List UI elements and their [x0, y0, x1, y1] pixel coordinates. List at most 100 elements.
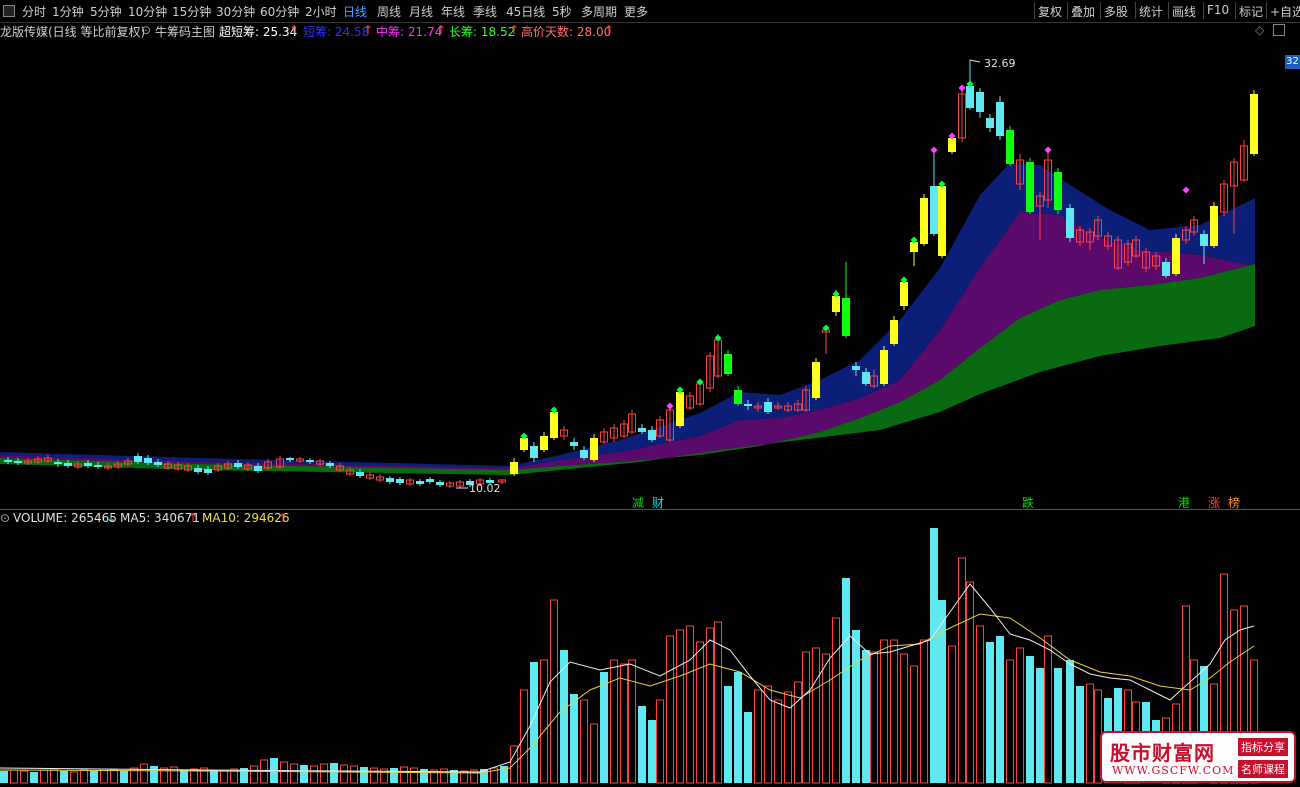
- candle-body: [1026, 162, 1034, 212]
- event-mark[interactable]: 财: [652, 494, 664, 511]
- period-tab[interactable]: 5分钟: [90, 3, 122, 20]
- volume-bar: [774, 699, 782, 784]
- period-tab[interactable]: 年线: [441, 3, 465, 20]
- volume-bar: [714, 621, 722, 784]
- volume-bar: [70, 771, 78, 784]
- candle-body: [4, 460, 12, 462]
- period-tab[interactable]: 日线: [343, 3, 367, 20]
- event-mark[interactable]: 涨: [1208, 494, 1220, 511]
- low-price-label: 10.02: [469, 482, 501, 495]
- period-tab[interactable]: 15分钟: [172, 3, 211, 20]
- candle-body: [386, 478, 394, 482]
- indicator-dropdown-icon[interactable]: ⊙: [141, 23, 151, 37]
- volume-bar: [842, 578, 850, 783]
- candle-body: [396, 479, 404, 483]
- candle-body: [1210, 206, 1218, 246]
- volume-bar: [600, 672, 608, 783]
- toolbar-button[interactable]: +自选: [1270, 3, 1300, 20]
- candle-body: [842, 298, 850, 336]
- volume-settings-icon[interactable]: ⊙: [0, 511, 10, 525]
- volume-bar: [120, 771, 128, 783]
- ma10-arrow: ↑: [278, 511, 289, 525]
- volume-bar: [100, 768, 108, 784]
- candle-body: [134, 456, 142, 462]
- super-short-arrow: ↑: [289, 23, 300, 37]
- period-tab[interactable]: 5秒: [552, 3, 572, 20]
- volume-bar: [900, 653, 908, 784]
- mid-arrow: ↑: [436, 23, 447, 37]
- candle-body: [204, 469, 212, 473]
- toolbar-separator: [1067, 2, 1068, 19]
- period-tab[interactable]: 60分钟: [260, 3, 299, 20]
- toolbar-button[interactable]: 复权: [1038, 3, 1062, 20]
- toolbar-button[interactable]: F10: [1207, 3, 1229, 17]
- period-tab[interactable]: 10分钟: [128, 3, 167, 20]
- volume-bar: [50, 768, 58, 784]
- volume-bar: [20, 770, 28, 784]
- candle-body: [1200, 234, 1208, 246]
- volume-bar: [986, 642, 994, 783]
- period-tab[interactable]: 更多: [624, 3, 648, 20]
- volume-bar: [10, 769, 18, 784]
- volume-bar: [754, 689, 762, 784]
- volume-bar: [996, 636, 1004, 783]
- volume-bar: [60, 771, 68, 783]
- period-tab[interactable]: 30分钟: [216, 3, 255, 20]
- volume-bar: [590, 723, 598, 784]
- candle-body: [930, 186, 938, 234]
- candle-body: [862, 372, 870, 384]
- period-tab[interactable]: 45日线: [506, 3, 545, 20]
- period-tab[interactable]: 多周期: [581, 3, 617, 20]
- volume-bar: [400, 766, 408, 784]
- candle-body: [986, 118, 994, 128]
- volume-bar: [870, 651, 878, 784]
- toolbar-button[interactable]: 画线: [1172, 3, 1196, 20]
- volume-bar: [150, 766, 158, 783]
- diamond-icon[interactable]: ◇: [1255, 23, 1264, 37]
- period-tab[interactable]: 季线: [473, 3, 497, 20]
- event-mark[interactable]: 跌: [1022, 494, 1034, 511]
- window-menu-icon[interactable]: [3, 5, 15, 17]
- candle-body: [1066, 208, 1074, 238]
- event-mark[interactable]: 减: [632, 494, 644, 511]
- candle-body: [1172, 238, 1180, 274]
- period-tab[interactable]: 2小时: [305, 3, 337, 20]
- volume-bar: [370, 767, 378, 784]
- main-chart-header: 龙版传媒(日线 等比前复权) ⊙ 牛筹码主图 超短筹: 25.34 ↑ 短筹: …: [0, 22, 1300, 39]
- toolbar-separator: [1203, 2, 1204, 19]
- candle-body: [734, 390, 742, 404]
- toolbar-button[interactable]: 统计: [1139, 3, 1163, 20]
- toolbar-separator: [1100, 2, 1101, 19]
- candle-body: [84, 463, 92, 466]
- volume-bar: [880, 639, 888, 784]
- volume-bar: [140, 763, 148, 784]
- candle-body: [520, 438, 528, 450]
- toolbar-button[interactable]: 叠加: [1071, 3, 1095, 20]
- candle-body: [94, 465, 102, 467]
- volume-bar: [360, 767, 368, 783]
- event-mark[interactable]: 港: [1178, 494, 1190, 511]
- toolbar-separator: [1266, 2, 1267, 19]
- candle-body: [64, 463, 72, 466]
- ma10-value: MA10: 294626: [202, 511, 290, 525]
- volume-bar: [340, 764, 348, 784]
- event-mark[interactable]: 榜: [1228, 494, 1240, 511]
- candlestick-chart[interactable]: 32.69 10.02: [0, 38, 1300, 508]
- candle-body: [436, 482, 444, 485]
- expand-icon[interactable]: [1273, 24, 1285, 36]
- candle-body: [286, 458, 294, 460]
- candle-body: [194, 468, 202, 472]
- candle-body: [920, 198, 928, 244]
- period-tab[interactable]: 1分钟: [52, 3, 84, 20]
- volume-bar: [628, 659, 636, 784]
- period-tab[interactable]: 分时: [22, 3, 46, 20]
- period-tab[interactable]: 月线: [409, 3, 433, 20]
- toolbar-separator: [1135, 2, 1136, 19]
- toolbar-button[interactable]: 标记: [1239, 3, 1263, 20]
- volume-bar: [890, 639, 898, 784]
- period-tab[interactable]: 周线: [377, 3, 401, 20]
- volume-bar: [948, 645, 956, 784]
- toolbar-button[interactable]: 多股: [1104, 3, 1128, 20]
- volume-value: VOLUME: 265465: [13, 511, 117, 525]
- volume-bar: [744, 712, 752, 783]
